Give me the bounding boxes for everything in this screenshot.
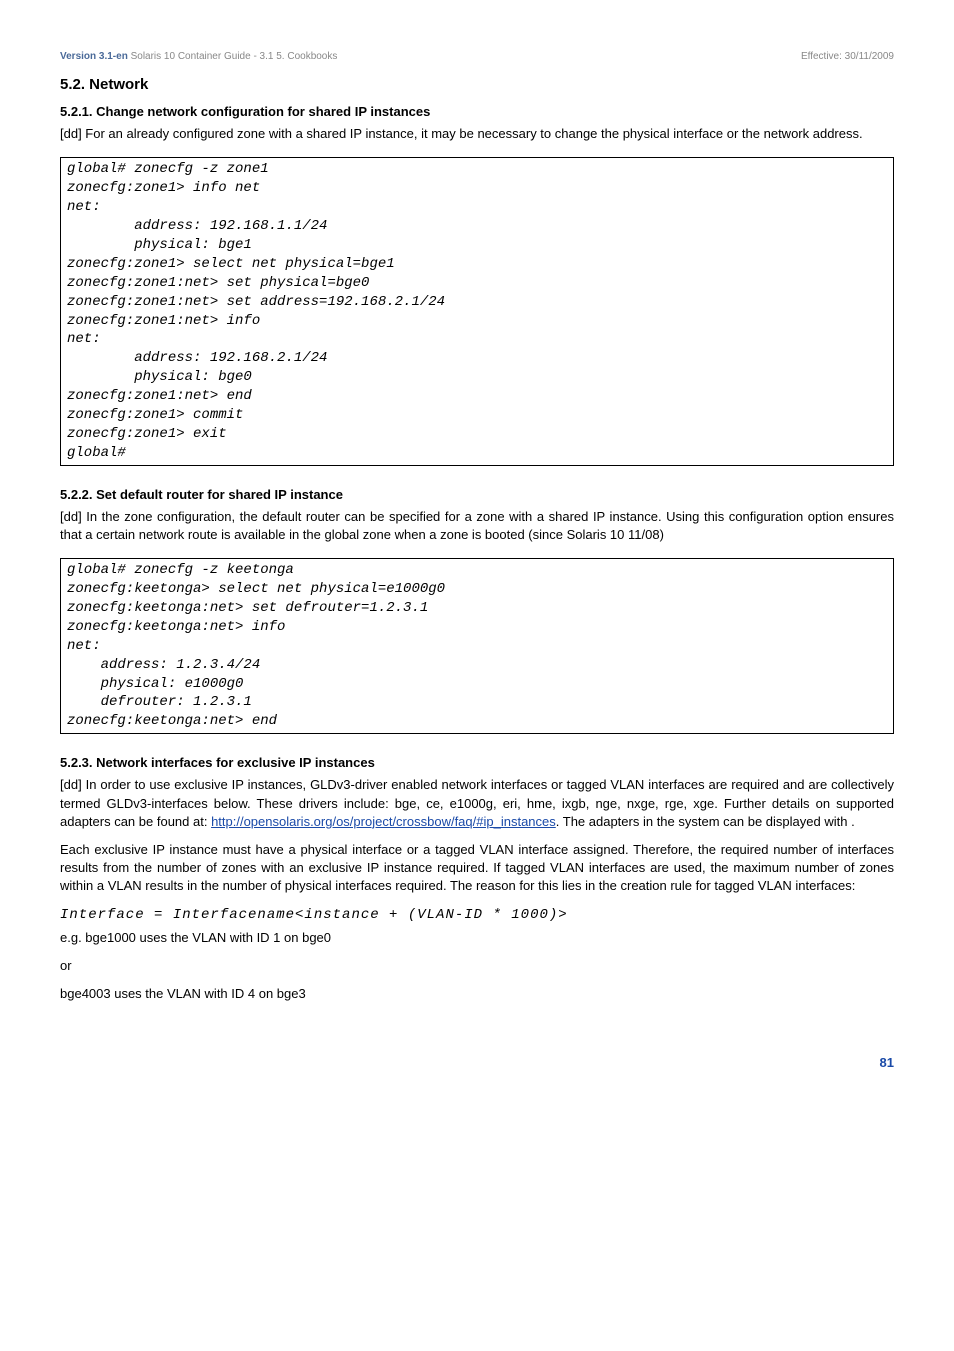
section-5-2-3-paragraph-1: [dd] In order to use exclusive IP instan… bbox=[60, 776, 894, 831]
interface-formula: Interface = Interfacename<instance + (VL… bbox=[60, 906, 894, 926]
header-left: Version 3.1-en Solaris 10 Container Guid… bbox=[60, 50, 337, 64]
example-bge1000: e.g. bge1000 uses the VLAN with ID 1 on … bbox=[60, 929, 894, 947]
header-version: Version 3.1-en bbox=[60, 51, 128, 62]
page-number: 81 bbox=[60, 1054, 894, 1072]
or-text: or bbox=[60, 957, 894, 975]
code-block-keetonga: global# zonecfg -z keetonga zonecfg:keet… bbox=[60, 558, 894, 734]
opensolaris-link[interactable]: http://opensolaris.org/os/project/crossb… bbox=[211, 814, 556, 829]
section-5-2-2-paragraph: [dd] In the zone configuration, the defa… bbox=[60, 508, 894, 544]
page-header: Version 3.1-en Solaris 10 Container Guid… bbox=[60, 50, 894, 64]
section-5-2-heading: 5.2. Network bbox=[60, 74, 894, 95]
section-5-2-1-heading: 5.2.1. Change network configuration for … bbox=[60, 103, 894, 121]
section-5-2-2-heading: 5.2.2. Set default router for shared IP … bbox=[60, 486, 894, 504]
code-block-zone1: global# zonecfg -z zone1 zonecfg:zone1> … bbox=[60, 157, 894, 465]
header-title: Solaris 10 Container Guide - 3.1 5. Cook… bbox=[128, 51, 338, 62]
example-bge4003: bge4003 uses the VLAN with ID 4 on bge3 bbox=[60, 985, 894, 1003]
header-effective: Effective: 30/11/2009 bbox=[801, 50, 894, 64]
section-5-2-3-paragraph-2: Each exclusive IP instance must have a p… bbox=[60, 841, 894, 896]
section-5-2-1-paragraph: [dd] For an already configured zone with… bbox=[60, 125, 894, 143]
section-5-2-3-heading: 5.2.3. Network interfaces for exclusive … bbox=[60, 754, 894, 772]
para1-text-b: . The adapters in the system can be disp… bbox=[556, 814, 855, 829]
